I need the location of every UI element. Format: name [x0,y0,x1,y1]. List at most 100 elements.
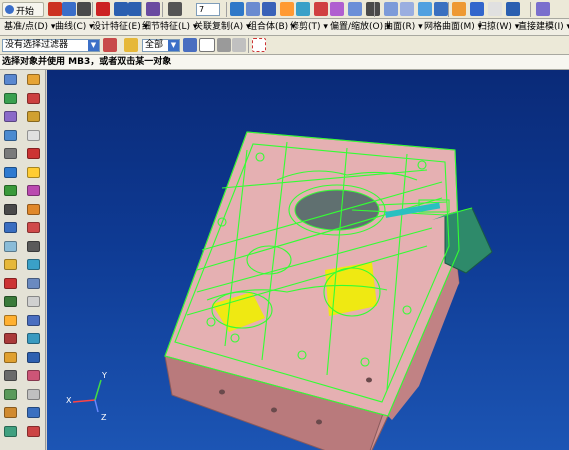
left-toolbar-icon[interactable] [4,240,17,252]
menu-item[interactable]: 修剪(T) ▾ [290,19,328,36]
menu-item[interactable]: 网格曲面(M) ▾ [424,19,482,36]
menu-item[interactable]: 组合体(B) ▾ [248,19,296,36]
toolbar-icon[interactable] [506,2,520,16]
menu-item[interactable]: 曲面(R) ▾ [384,19,423,36]
left-toolbar-icon[interactable] [4,370,17,381]
chevron-down-icon: ▼ [168,40,179,51]
menu-item[interactable]: 设计特征(E) ▾ [92,19,148,36]
menu-item[interactable]: 基准/点(D) ▾ [4,19,55,36]
toolbar-icon[interactable] [262,2,276,16]
left-toolbar-icon[interactable] [4,333,17,344]
select-tool-icon[interactable] [217,38,231,52]
left-toolbar-icon[interactable] [27,333,40,344]
left-toolbar-icon[interactable] [4,259,17,270]
toolbar-icon[interactable] [114,2,128,16]
left-toolbar-icon[interactable] [27,388,40,400]
left-toolbar-icon[interactable] [27,203,40,215]
left-toolbar-icon[interactable] [4,296,17,307]
left-toolbar-icon[interactable] [4,92,17,104]
menu-item[interactable]: 扫掠(W) ▾ [478,19,519,36]
toolbar-icon[interactable] [366,2,380,16]
left-toolbar-icon[interactable] [27,259,40,270]
left-toolbar-icon[interactable] [4,111,17,122]
left-toolbar-icon[interactable] [4,185,17,196]
toolbar-icon[interactable] [488,2,502,16]
left-toolbar-icon[interactable] [4,425,17,437]
toolbar-icon[interactable] [314,2,328,16]
left-toolbar-icon[interactable] [27,185,40,196]
toolbar-icon[interactable] [384,2,398,16]
toolbar-icon[interactable] [168,2,182,16]
bolt-hole [366,377,372,383]
left-toolbar-icon[interactable] [27,166,40,178]
graphics-viewport[interactable]: X Y Z [47,70,569,450]
toolbar-icon[interactable] [246,2,260,16]
start-icon [5,5,14,14]
menu-item[interactable]: 关联复制(A) ▾ [194,19,251,36]
left-toolbar-icon[interactable] [27,351,40,363]
toolbar-icon[interactable] [470,2,484,16]
filter-settings-icon[interactable] [103,38,117,52]
left-toolbar-icon[interactable] [27,240,40,252]
toolbar-icon[interactable] [146,2,160,16]
toolbar-icon[interactable] [48,2,62,16]
layer-filter-icon[interactable] [124,38,138,52]
left-toolbar-icon[interactable] [27,425,40,437]
left-toolbar-icon[interactable] [27,277,40,289]
toolbar-icon[interactable] [536,2,550,16]
left-toolbar-icon[interactable] [4,129,17,141]
left-toolbar-icon[interactable] [4,277,17,289]
menu-item[interactable]: 直接建模(I) ▾ [518,19,569,36]
left-toolbar-icon[interactable] [27,148,40,159]
left-toolbar-icon[interactable] [4,407,17,418]
toolbar-icon[interactable] [434,2,448,16]
feature-toolbar: 基准/点(D) ▾ 曲线(C) ▾ 设计特征(E) ▾ 细节特征(L) ▾ 关联复制(A… [0,19,569,36]
bolt-hole [316,419,322,425]
slider-block [444,207,493,274]
left-toolbar-icon[interactable] [27,92,40,104]
start-button[interactable]: 开始 [2,2,44,17]
undo-count-field[interactable]: 7 [196,3,220,16]
menu-item[interactable]: 曲线(C) ▾ [55,19,94,36]
type-filter-dropdown[interactable]: 没有选择过滤器 ▼ [2,39,100,52]
left-toolbar-icon[interactable] [4,166,17,178]
selection-scope-dropdown[interactable]: 全部 ▼ [142,39,180,52]
left-toolbar-icon[interactable] [27,370,40,381]
toolbar-icon[interactable] [62,2,76,16]
filter-arrow-icon[interactable] [183,38,197,52]
left-toolbar-icon[interactable] [4,203,17,215]
toolbar-icon[interactable] [128,2,142,16]
toolbar-icon[interactable] [418,2,432,16]
prompt-text: 选择对象并使用 MB3，或者双击某一对象 [2,57,172,67]
left-toolbar-icon[interactable] [27,111,40,122]
left-toolbar-icon[interactable] [4,148,17,159]
menu-item[interactable]: 细节特征(L) ▾ [142,19,197,36]
rectangle-select-icon[interactable] [252,38,266,52]
toolbar-icon[interactable] [348,2,362,16]
toolbar-icon[interactable] [330,2,344,16]
left-toolbar-icon[interactable] [27,222,40,233]
hook-icon[interactable] [232,38,246,52]
toolbar-icon[interactable] [230,2,244,16]
toolbar-icon[interactable] [452,2,466,16]
prompt-bar: 选择对象并使用 MB3，或者双击某一对象 [0,55,569,70]
eye-icon[interactable] [199,38,215,52]
toolbar-icon[interactable] [400,2,414,16]
left-toolbar-icon[interactable] [4,314,17,326]
toolbar-icon[interactable] [296,2,310,16]
left-toolbar-icon[interactable] [27,74,40,85]
left-toolbar-icon[interactable] [27,314,40,326]
left-toolbar-icon[interactable] [4,351,17,363]
toolbar-icon[interactable] [96,2,110,16]
left-toolbar-icon[interactable] [27,296,40,307]
coordinate-triad: X Y Z [66,371,107,422]
left-toolbar-icon[interactable] [4,222,17,233]
left-toolbar-icon[interactable] [27,407,40,418]
left-toolbar-icon[interactable] [27,129,40,141]
left-toolbar-icon[interactable] [4,388,17,400]
left-toolbar-icon[interactable] [4,74,17,85]
toolbar-icon[interactable] [77,2,91,16]
chevron-down-icon: ▼ [88,40,99,51]
menu-item[interactable]: 偏置/缩放(O) ▾ [330,19,391,36]
toolbar-icon[interactable] [280,2,294,16]
